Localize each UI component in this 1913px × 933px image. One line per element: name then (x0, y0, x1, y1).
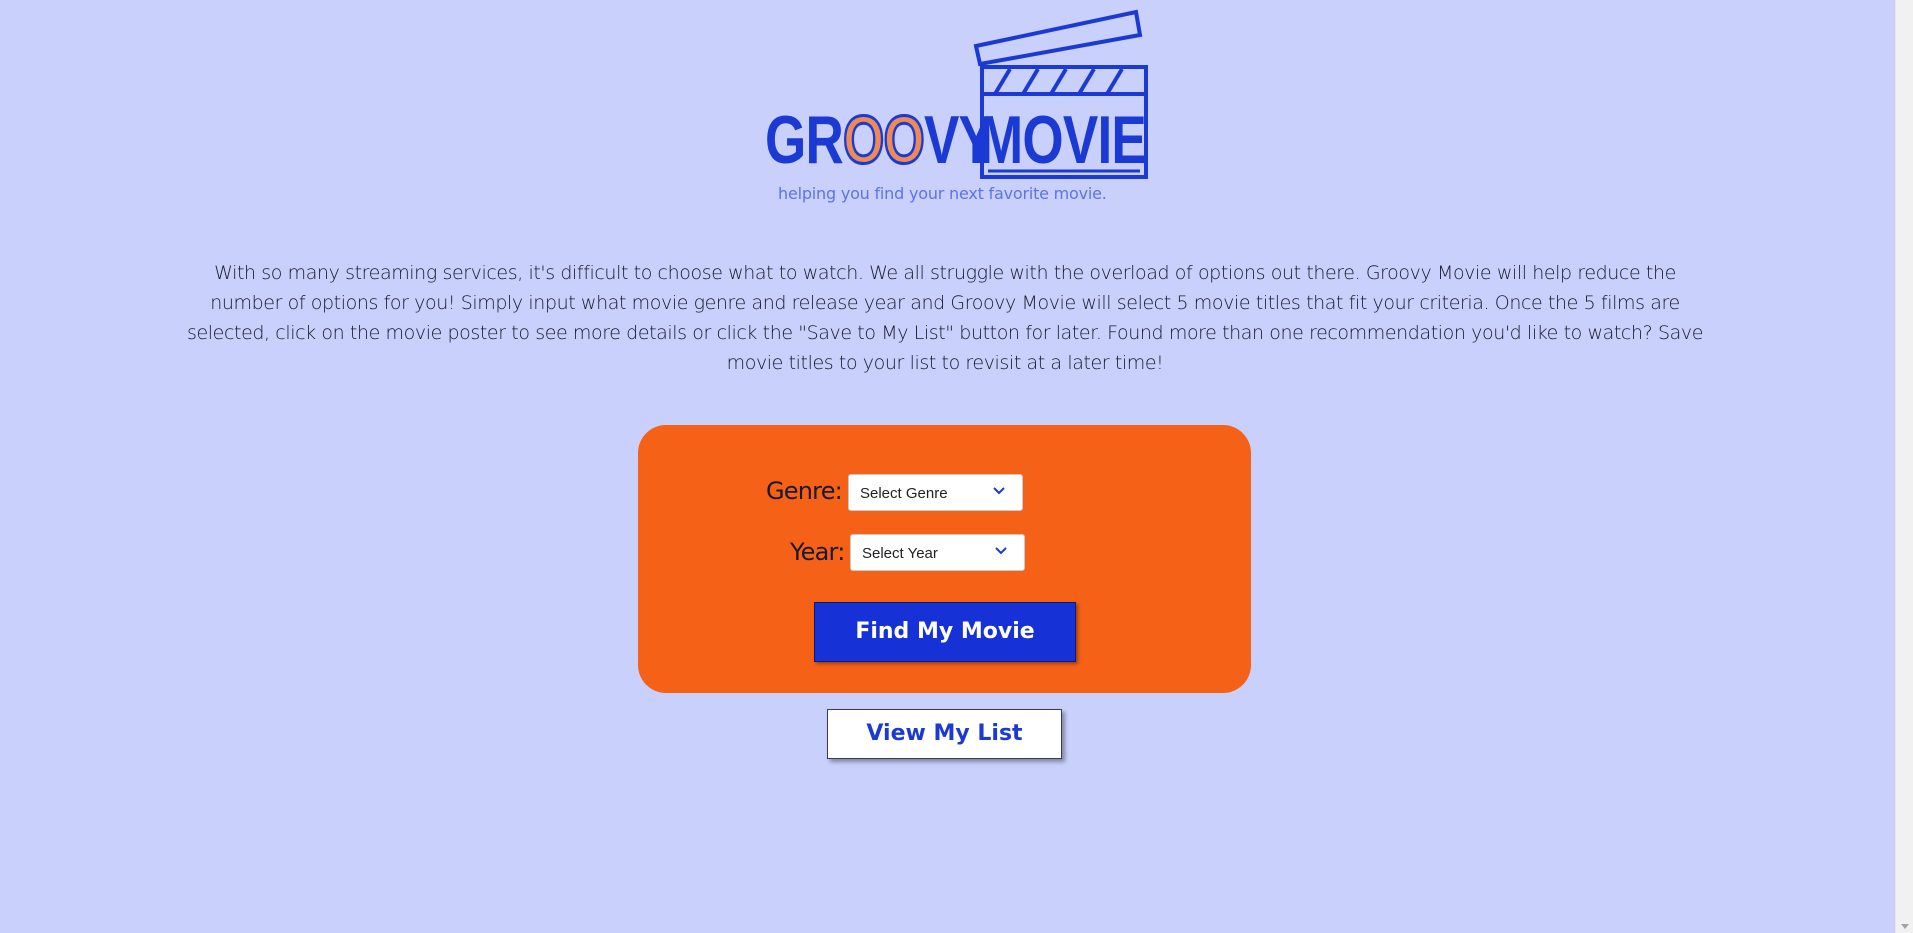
genre-select-value: Select Genre (860, 485, 948, 502)
page: GROOVY MOVIE helping you find your next … (0, 0, 1913, 933)
genre-label: Genre: (766, 477, 843, 505)
intro-paragraph: With so many streaming services, it's di… (187, 262, 1703, 374)
year-select-value: Select Year (862, 545, 938, 562)
find-my-movie-button[interactable]: Find My Movie (814, 602, 1076, 662)
chevron-down-icon (995, 547, 1007, 555)
logo-tagline: helping you find your next favorite movi… (778, 184, 1107, 203)
view-my-list-button[interactable]: View My List (827, 709, 1062, 759)
year-label: Year: (790, 538, 845, 566)
scroll-down-arrow-icon[interactable] (1901, 924, 1909, 929)
genre-select[interactable]: Select Genre (848, 474, 1023, 511)
chevron-down-icon (993, 487, 1005, 495)
vertical-scrollbar[interactable] (1895, 0, 1913, 933)
groovy-movie-logo: GROOVY MOVIE helping you find your next … (755, 6, 1155, 206)
logo-word-movie: MOVIE (979, 102, 1147, 178)
year-select[interactable]: Select Year (850, 534, 1025, 571)
logo-word-groovy: GROOVY (765, 102, 994, 178)
search-form: Genre: Select Genre Year: Select Year Fi… (638, 425, 1251, 693)
